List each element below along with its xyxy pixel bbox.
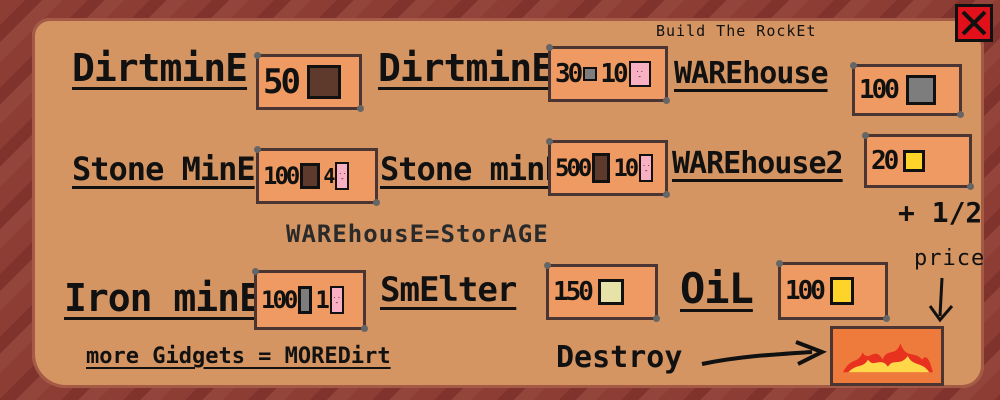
buy-oil-button[interactable]: 100 [776,260,890,322]
close-button[interactable] [955,4,993,42]
down-arrow-icon [928,277,954,323]
worker-face-icon: . .- [628,61,651,87]
stone-mine-2-cost: 500 [555,154,592,182]
warehouse-storage-note: WAREhousE=StorAGE [286,220,549,248]
worker-face-icon: . .- [329,286,344,314]
buy-dirt-mine-2-button[interactable]: 30 10 . .- [546,44,670,104]
stone-block-icon [905,75,936,105]
stone-block-icon [298,286,313,314]
warehouse-2-label: WAREhouse2 [672,146,844,181]
more-gadgets-note: more Gidgets = MOREDirt [86,344,391,369]
gold-block-icon [903,150,926,172]
stone-mine-2-workers: 10 [613,154,639,182]
buy-warehouse-2-button[interactable]: 20 [862,132,974,190]
stone-mine-cost: 100 [263,162,300,190]
close-icon [961,10,987,36]
buy-dirt-mine-button[interactable]: 50 [254,52,364,112]
iron-mine-label: Iron minE [64,276,262,320]
iron-mine-cost: 100 [261,286,298,314]
dirt-block-icon [592,153,611,183]
worker-face-icon: . .- [335,162,350,190]
dirt-mine-label: DirtminE [72,46,248,90]
stone-mine-workers: 4 [323,164,335,188]
dirt-mine-cost: 50 [263,62,301,102]
buy-smelter-button[interactable]: 150 [544,262,660,322]
smelter-cost: 150 [553,277,594,307]
half-price-note: + 1/2 [898,196,983,229]
buy-stone-mine-button[interactable]: 100 4 . .- [254,146,380,206]
oil-cost: 100 [785,276,826,306]
dirt-mine-2-label: DirtminE2 [378,46,576,90]
iron-ore-icon [597,279,624,305]
gold-block-icon [829,277,854,305]
worker-face-icon: . .- [639,154,654,182]
fire-icon [842,343,933,373]
smelter-label: SmElter [380,270,517,310]
warehouse-label: WAREhouse [674,56,829,91]
buy-warehouse-button[interactable]: 100 [850,62,964,118]
destroy-label: Destroy [556,340,683,375]
dirt-block-icon [306,65,341,99]
warehouse-2-cost: 20 [871,146,899,176]
iron-mine-workers: 1 [315,286,330,314]
dirt-mine-2-cost: 30 [555,59,583,89]
warehouse-cost: 100 [859,75,900,105]
buy-iron-mine-button[interactable]: 100 1 . .- [252,268,368,332]
stone-mine-label: Stone MinE [72,150,256,188]
right-arrow-icon [701,340,827,366]
dirt-block-icon [300,163,321,189]
buy-stone-mine-2-button[interactable]: 500 10 . .- [546,138,670,198]
dirt-mine-2-workers: 10 [600,59,628,89]
stone-block-icon [583,67,598,81]
oil-label: OiL [680,264,754,313]
build-rocket-note: Build The RockEt [656,22,817,40]
price-note: price [914,246,986,271]
destroy-button[interactable] [830,326,944,386]
